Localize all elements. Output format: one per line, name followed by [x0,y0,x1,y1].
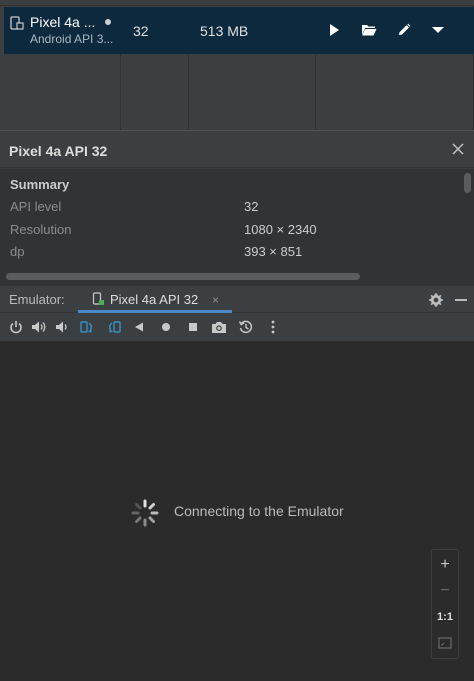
home-icon [162,323,170,331]
device-list: Pixel 4a ... Android API 3... 32 513 MB [0,0,474,130]
column-divider [315,54,316,130]
overview-icon [189,323,197,331]
rotate-right-button[interactable] [106,319,122,335]
volume-up-icon [32,321,46,333]
volume-down-icon [56,321,67,333]
power-icon [10,321,22,334]
snapshot-icon [238,320,253,334]
horizontal-scrollbar[interactable] [6,273,360,280]
back-icon [135,322,143,332]
emulator-label: Emulator: [9,292,65,307]
resolution-label: Resolution [10,222,72,237]
device-api-level: 32 [133,23,149,39]
hide-panel-button[interactable] [455,299,467,301]
back-button[interactable] [131,319,147,335]
device-details-panel: Pixel 4a API 32 Summary API level 32 Res… [0,130,474,286]
fit-screen-icon [438,637,452,649]
folder-open-icon [362,25,377,36]
launch-button[interactable] [324,20,344,40]
zoom-controls: + − 1:1 [431,549,459,659]
column-divider [120,54,121,130]
device-size: 513 MB [200,23,249,39]
screenshot-button[interactable] [211,319,227,335]
volume-down-button[interactable] [54,319,70,335]
details-header: Pixel 4a API 32 [0,131,474,168]
zoom-actual-size-button[interactable]: 1:1 [432,605,458,629]
api-level-label: API level [10,199,62,214]
device-manager-window: Pixel 4a ... Android API 3... 32 513 MB [0,0,474,681]
tab-label: Pixel 4a API 32 [110,292,199,307]
emulator-toolbar [0,313,474,342]
snapshot-button[interactable] [238,319,254,335]
connection-status-text: Connecting to the Emulator [174,503,344,519]
emulator-display: Connecting to the Emulator + − 1:1 [0,342,474,681]
details-title: Pixel 4a API 32 [9,143,108,159]
column-divider [188,54,189,130]
zoom-fit-button[interactable] [432,631,458,655]
more-options-button[interactable] [265,319,281,335]
dp-value: 393 × 851 [244,244,303,259]
play-icon [330,24,339,36]
phone-device-icon [10,16,24,30]
camera-icon [212,322,226,333]
home-button[interactable] [158,319,174,335]
zoom-in-button[interactable]: + [432,553,458,577]
tab-pixel-4a-api-32[interactable]: Pixel 4a API 32 × [78,286,232,313]
details-content: Summary API level 32 Resolution 1080 × 2… [0,169,474,286]
more-actions-button[interactable] [428,20,448,40]
gear-icon[interactable] [428,292,444,308]
overview-button[interactable] [185,319,201,335]
emulator-tab-bar: Emulator: Pixel 4a API 32 × [0,285,474,313]
device-api-subtitle: Android API 3... [30,32,114,46]
volume-up-button[interactable] [31,319,47,335]
device-status-dot [105,19,111,25]
pencil-icon [399,23,411,35]
phone-device-icon [92,292,104,305]
power-button[interactable] [8,319,24,335]
caret-down-icon [432,27,444,33]
tab-close-icon[interactable]: × [212,293,219,307]
close-icon[interactable] [451,142,465,156]
rotate-right-icon [109,321,121,333]
device-file-explorer-button[interactable] [359,20,379,40]
rotate-left-button[interactable] [79,319,95,335]
dp-label: dp [10,244,25,259]
summary-heading: Summary [10,177,70,192]
rotate-left-icon [80,321,92,333]
more-vert-icon [271,320,275,334]
vertical-scrollbar[interactable] [464,173,471,193]
api-level-value: 32 [244,199,259,214]
zoom-out-button[interactable]: − [432,579,458,603]
device-name: Pixel 4a ... [30,14,96,30]
device-row-pixel-4a[interactable]: Pixel 4a ... Android API 3... 32 513 MB [4,7,474,54]
list-header [0,0,474,6]
edit-device-button[interactable] [394,20,414,40]
loading-spinner-icon [131,499,159,527]
resolution-value: 1080 × 2340 [244,222,317,237]
